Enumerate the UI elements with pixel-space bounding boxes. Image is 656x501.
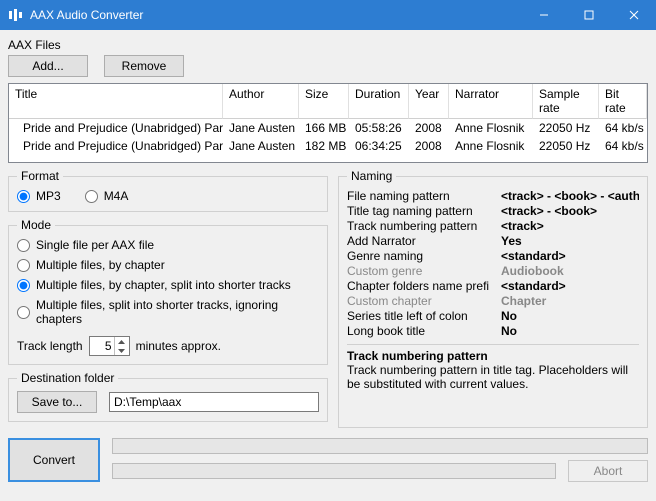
cell: Pride and Prejudice (Unabridged) Part 2 xyxy=(9,137,223,155)
format-mp3[interactable]: MP3 xyxy=(17,189,61,203)
format-mp3-radio[interactable] xyxy=(17,190,30,203)
naming-properties[interactable]: File naming pattern <track> - <book> - <a… xyxy=(347,189,639,338)
naming-value[interactable]: <standard> xyxy=(501,249,639,263)
destination-path[interactable]: D:\Temp\aax xyxy=(109,392,319,412)
naming-value[interactable]: <standard> xyxy=(501,279,639,293)
cell: Anne Flosnik xyxy=(449,119,533,137)
naming-key[interactable]: Title tag naming pattern xyxy=(347,204,497,218)
format-m4a-radio[interactable] xyxy=(85,190,98,203)
mode-chapter-split[interactable]: Multiple files, by chapter, split into s… xyxy=(17,278,319,292)
window-title: AAX Audio Converter xyxy=(30,8,521,22)
aax-files-label: AAX Files xyxy=(8,38,648,52)
format-m4a[interactable]: M4A xyxy=(85,189,129,203)
mode-legend: Mode xyxy=(17,218,55,232)
col-bitrate[interactable]: Bit rate xyxy=(599,84,647,119)
naming-key[interactable]: Long book title xyxy=(347,324,497,338)
naming-value[interactable]: Audiobook xyxy=(501,264,639,278)
format-legend: Format xyxy=(17,169,63,183)
spinner-down-icon[interactable] xyxy=(115,346,129,355)
cell: 06:34:25 xyxy=(349,137,409,155)
cell: 64 kb/s xyxy=(599,119,647,137)
naming-value[interactable]: <track> - <book> xyxy=(501,204,639,218)
titlebar: AAX Audio Converter xyxy=(0,0,656,30)
naming-desc-body: Track numbering pattern in title tag. Pl… xyxy=(347,363,639,391)
naming-description: Track numbering pattern Track numbering … xyxy=(347,344,639,391)
naming-key[interactable]: Custom genre xyxy=(347,264,497,278)
cell: 182 MB xyxy=(299,137,349,155)
naming-key[interactable]: File naming pattern xyxy=(347,189,497,203)
col-narrator[interactable]: Narrator xyxy=(449,84,533,119)
naming-key[interactable]: Custom chapter xyxy=(347,294,497,308)
cell: Anne Flosnik xyxy=(449,137,533,155)
naming-desc-title: Track numbering pattern xyxy=(347,349,639,363)
tracklen-input[interactable] xyxy=(90,337,114,355)
progress-bar-overall xyxy=(112,438,648,454)
destination-group: Destination folder Save to... D:\Temp\aa… xyxy=(8,371,328,422)
table-row[interactable]: Pride and Prejudice (Unabridged) Part 2J… xyxy=(9,137,647,155)
minimize-button[interactable] xyxy=(521,0,566,30)
progress-bar-current xyxy=(112,463,556,479)
cell: 22050 Hz xyxy=(533,137,599,155)
convert-button[interactable]: Convert xyxy=(8,438,100,482)
spinner-up-icon[interactable] xyxy=(115,337,129,346)
close-button[interactable] xyxy=(611,0,656,30)
destination-legend: Destination folder xyxy=(17,371,118,385)
add-button[interactable]: Add... xyxy=(8,55,88,77)
cell: 166 MB xyxy=(299,119,349,137)
naming-key[interactable]: Genre naming xyxy=(347,249,497,263)
col-sample[interactable]: Sample rate xyxy=(533,84,599,119)
cell: 22050 Hz xyxy=(533,119,599,137)
naming-value[interactable]: Chapter xyxy=(501,294,639,308)
mode-chapter[interactable]: Multiple files, by chapter xyxy=(17,258,319,272)
naming-key[interactable]: Series title left of colon xyxy=(347,309,497,323)
format-group: Format MP3 M4A xyxy=(8,169,328,212)
naming-key[interactable]: Add Narrator xyxy=(347,234,497,248)
cell: 2008 xyxy=(409,119,449,137)
tracklen-label: Track length xyxy=(17,339,83,353)
cell: 05:58:26 xyxy=(349,119,409,137)
tracklen-spinner[interactable] xyxy=(89,336,130,356)
naming-value[interactable]: <track> xyxy=(501,219,639,233)
aax-files-grid[interactable]: Title Author Size Duration Year Narrator… xyxy=(8,83,648,163)
cell: Pride and Prejudice (Unabridged) Part 1 xyxy=(9,119,223,137)
col-year[interactable]: Year xyxy=(409,84,449,119)
mode-group: Mode Single file per AAX file Multiple f… xyxy=(8,218,328,365)
remove-button[interactable]: Remove xyxy=(104,55,184,77)
mode-split-ignore[interactable]: Multiple files, split into shorter track… xyxy=(17,298,319,326)
naming-group: Naming File naming pattern <track> - <boo… xyxy=(338,169,648,428)
col-author[interactable]: Author xyxy=(223,84,299,119)
cell: 2008 xyxy=(409,137,449,155)
naming-value[interactable]: No xyxy=(501,324,639,338)
cell: 64 kb/s xyxy=(599,137,647,155)
app-icon xyxy=(8,7,24,23)
col-size[interactable]: Size xyxy=(299,84,349,119)
mode-single[interactable]: Single file per AAX file xyxy=(17,238,319,252)
table-row[interactable]: Pride and Prejudice (Unabridged) Part 1J… xyxy=(9,119,647,137)
naming-key[interactable]: Track numbering pattern xyxy=(347,219,497,233)
tracklen-suffix: minutes approx. xyxy=(136,339,221,353)
maximize-button[interactable] xyxy=(566,0,611,30)
cell: Jane Austen xyxy=(223,137,299,155)
abort-button: Abort xyxy=(568,460,648,482)
naming-value[interactable]: <track> - <book> - <author> xyxy=(501,189,639,203)
cell: Jane Austen xyxy=(223,119,299,137)
grid-header: Title Author Size Duration Year Narrator… xyxy=(9,84,647,119)
save-to-button[interactable]: Save to... xyxy=(17,391,97,413)
naming-value[interactable]: No xyxy=(501,309,639,323)
col-title[interactable]: Title xyxy=(9,84,223,119)
col-duration[interactable]: Duration xyxy=(349,84,409,119)
naming-key[interactable]: Chapter folders name prefi xyxy=(347,279,497,293)
naming-value[interactable]: Yes xyxy=(501,234,639,248)
naming-legend: Naming xyxy=(347,169,396,183)
